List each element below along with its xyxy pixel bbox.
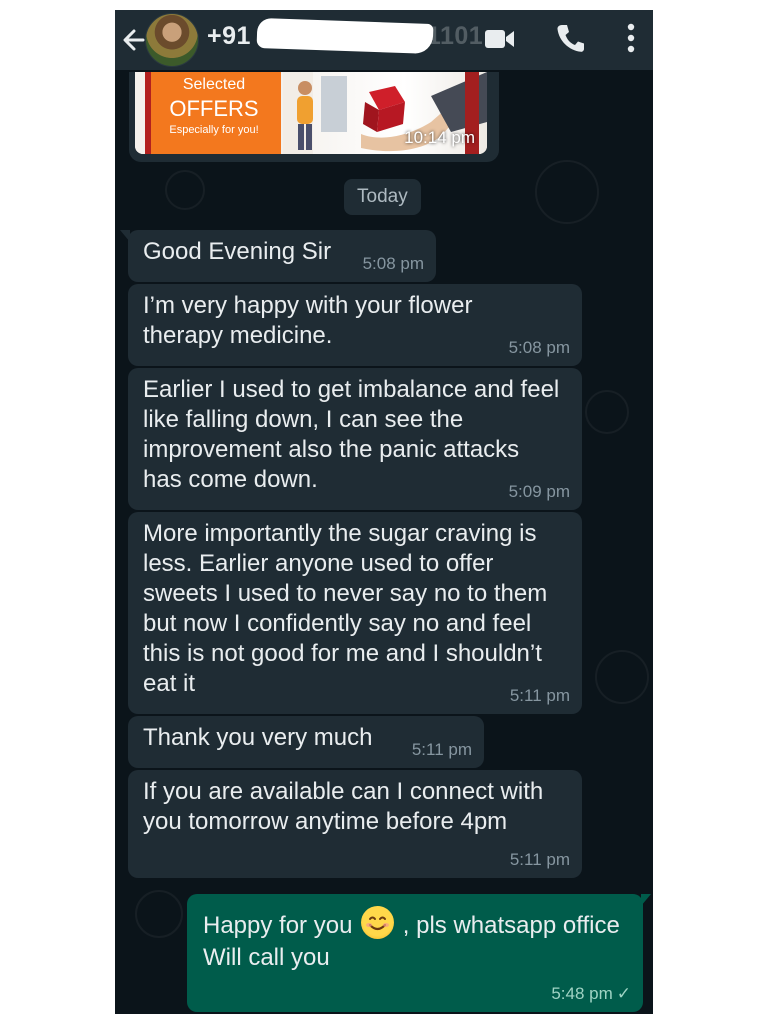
message-time-block: 5:48 pm ✓ xyxy=(551,984,631,1004)
chat-screen: +91 1101 Selected OFFERS Especially for y… xyxy=(115,10,653,1014)
wallpaper-doodle xyxy=(135,890,183,938)
message-time: 5:11 pm xyxy=(509,850,570,869)
promo-offer-panel: Selected OFFERS Especially for you! xyxy=(145,72,281,154)
message-text: If you are available can I connect with … xyxy=(143,778,544,835)
message-text: More importantly the sugar craving is le… xyxy=(143,520,548,697)
back-arrow-icon[interactable] xyxy=(121,24,147,56)
wallpaper-doodle xyxy=(585,390,629,434)
message-time: 5:48 pm xyxy=(551,984,613,1003)
message-text: I’m very happy with your flower therapy … xyxy=(143,292,473,349)
video-call-icon[interactable] xyxy=(483,26,517,52)
date-divider: Today xyxy=(344,179,421,215)
contact-avatar[interactable] xyxy=(145,13,199,67)
chat-header: +91 1101 xyxy=(115,10,653,70)
message-time: 5:08 pm xyxy=(508,338,570,357)
redaction-mark xyxy=(256,17,434,55)
incoming-message[interactable]: Thank you very much 5:11 pm xyxy=(128,716,484,768)
message-text: Earlier I used to get imbalance and feel… xyxy=(143,376,560,493)
message-time: 5:11 pm xyxy=(509,686,570,705)
wallpaper-doodle xyxy=(595,650,649,704)
incoming-message[interactable]: More importantly the sugar craving is le… xyxy=(128,512,582,714)
message-text-part: , pls whatsapp office xyxy=(402,912,620,939)
wallpaper-doodle xyxy=(535,160,599,224)
phone-call-icon[interactable] xyxy=(555,22,585,54)
sent-check-icon: ✓ xyxy=(616,984,631,1003)
image-message[interactable]: Selected OFFERS Especially for you! 10:1… xyxy=(129,72,499,162)
promo-line-1: Selected xyxy=(182,76,246,93)
more-vert-icon[interactable] xyxy=(625,20,637,56)
incoming-message[interactable]: I’m very happy with your flower therapy … xyxy=(128,284,582,366)
promo-line-2: OFFERS xyxy=(169,96,259,121)
message-time: 5:08 pm xyxy=(362,254,424,273)
message-time: 10:14 pm xyxy=(404,128,475,147)
incoming-message[interactable]: Earlier I used to get imbalance and feel… xyxy=(128,368,582,510)
incoming-message[interactable]: If you are available can I connect with … xyxy=(128,770,582,878)
promo-line-3: Especially for you! xyxy=(169,124,259,136)
message-text-part: Happy for you xyxy=(203,912,353,939)
outgoing-message[interactable]: Happy for you , pls whatsapp office Will… xyxy=(187,894,651,1012)
smiling-face-icon xyxy=(361,906,395,939)
message-text-line: Will call you xyxy=(203,944,330,971)
message-time: 5:09 pm xyxy=(508,482,570,501)
incoming-message[interactable]: Good Evening Sir 5:08 pm xyxy=(120,230,436,282)
message-time: 5:11 pm xyxy=(411,740,472,759)
promo-image[interactable]: Selected OFFERS Especially for you! 10:1… xyxy=(135,72,487,154)
wallpaper-doodle xyxy=(165,170,205,210)
